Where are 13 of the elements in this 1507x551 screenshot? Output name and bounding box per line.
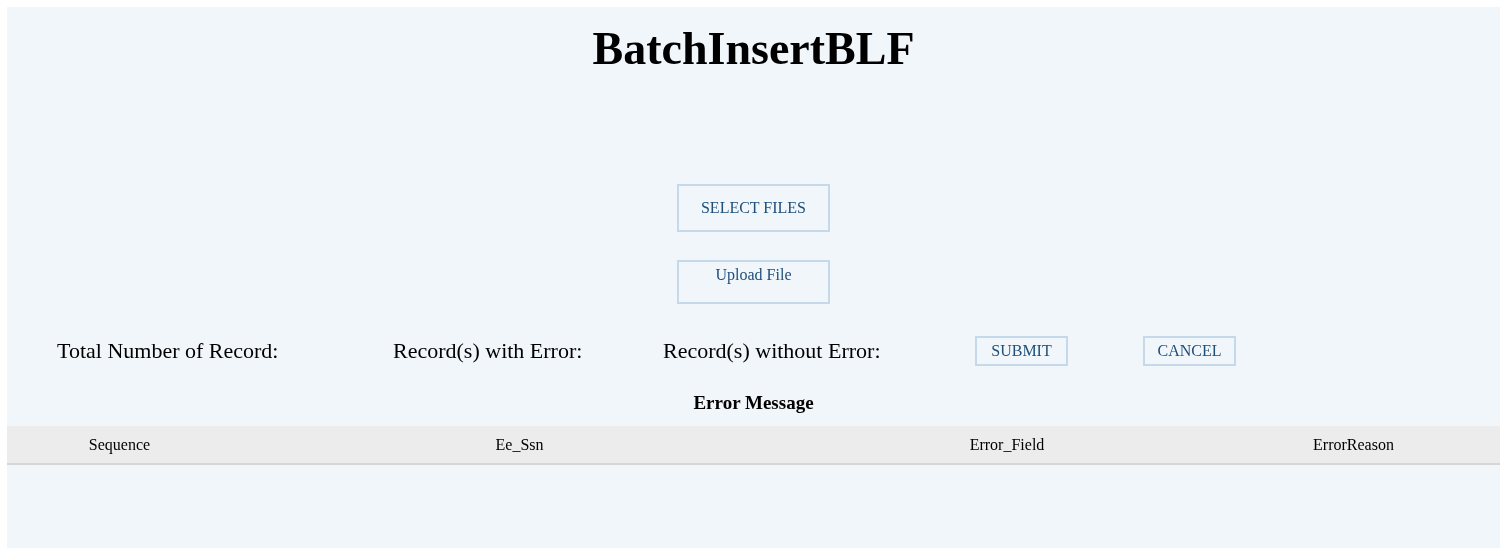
section-title: Error Message — [693, 392, 814, 414]
cancel-button[interactable]: CANCEL — [1143, 336, 1236, 366]
select-files-button[interactable]: SELECT FILES — [677, 184, 830, 232]
column-header: Error_Field — [968, 435, 1046, 454]
column-header: Sequence — [87, 435, 152, 454]
column-header: ErrorReason — [1312, 435, 1395, 454]
submit-button[interactable]: SUBMIT — [975, 336, 1068, 366]
summary-label: Record(s) without Error: — [663, 338, 882, 364]
page-title: BatchInsertBLF — [592, 27, 915, 71]
summary-label: Total Number of Record: — [57, 338, 280, 364]
column-header: Ee_Ssn — [494, 435, 545, 454]
upload-file-button[interactable]: Upload File — [677, 260, 830, 304]
summary-label: Record(s) with Error: — [393, 338, 584, 364]
